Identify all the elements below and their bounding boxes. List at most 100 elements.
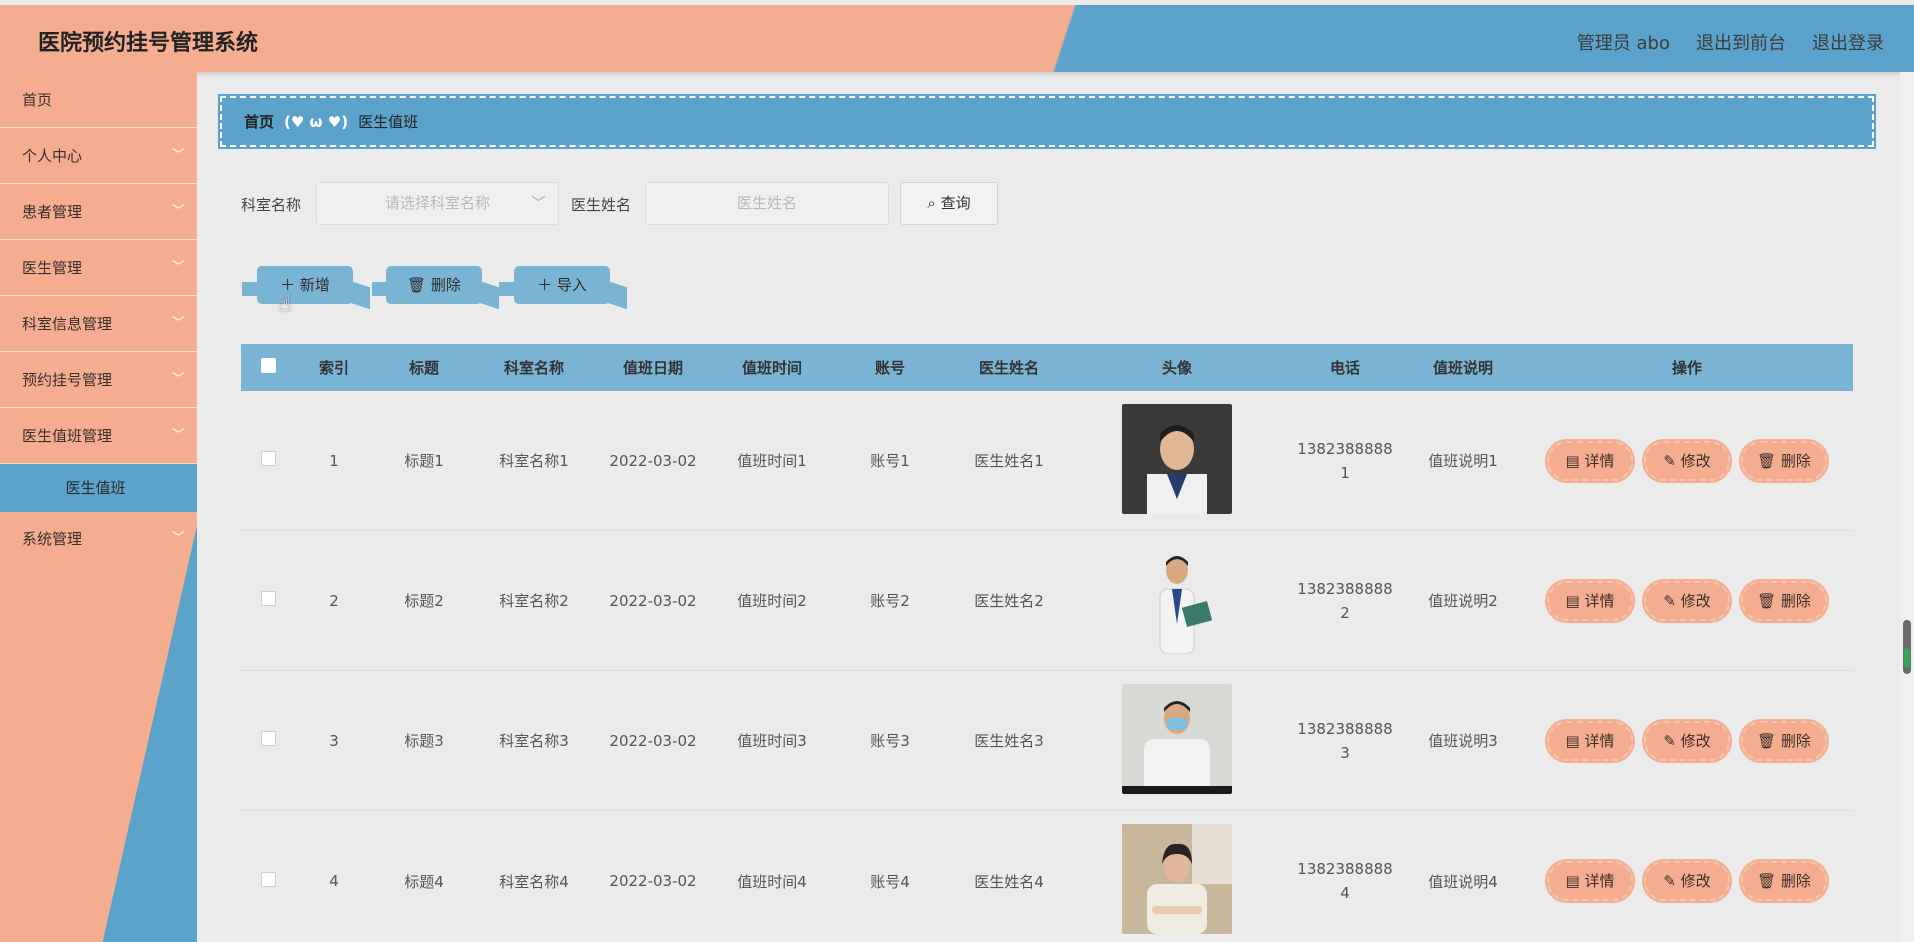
column-header: 头像 [1161, 359, 1192, 377]
cell-doctor: 医生姓名2 [974, 592, 1044, 610]
sidebar-item-duty-management[interactable]: 医生值班管理 ﹀ [0, 408, 197, 464]
app-title: 医院预约挂号管理系统 [38, 31, 259, 56]
chevron-down-icon: ﹀ [530, 194, 546, 212]
cell-account: 账号3 [870, 732, 910, 750]
select-all-checkbox[interactable] [260, 358, 276, 373]
delete-button[interactable]: 🗑 删除 [1739, 718, 1829, 763]
cell-title: 标题3 [404, 732, 444, 750]
phone-part: 1382388888 [1297, 719, 1393, 738]
detail-label: 详情 [1584, 591, 1615, 610]
cell-index: 1 [329, 451, 339, 470]
edit-button[interactable]: ✎ 修改 [1642, 438, 1732, 483]
cell-account: 账号1 [870, 452, 910, 470]
sidebar-item-departments[interactable]: 科室信息管理 ﹀ [0, 296, 197, 352]
sidebar-item-appointments[interactable]: 预约挂号管理 ﹀ [0, 352, 197, 408]
detail-button[interactable]: ▤ 详情 [1545, 718, 1635, 763]
row-select-cell [241, 451, 295, 470]
import-button[interactable]: ＋ 导入 [514, 266, 610, 304]
sidebar-item-system[interactable]: 系统管理 ﹀ [0, 512, 197, 566]
trash-icon: 🗑 [407, 276, 427, 294]
import-button-label: 导入 [556, 276, 587, 294]
cell-title: 标题2 [404, 592, 444, 610]
edit-button[interactable]: ✎ 修改 [1642, 578, 1732, 623]
column-header: 值班时间 [741, 359, 802, 377]
batch-delete-button[interactable]: 🗑 删除 [386, 266, 482, 304]
document-icon: ▤ [1565, 591, 1580, 610]
cell-dept: 科室名称2 [499, 592, 569, 610]
delete-label: 删除 [1780, 591, 1811, 610]
doctor-name-input[interactable]: 医生姓名 [645, 182, 889, 225]
sidebar-item-label: 预约挂号管理 [22, 371, 113, 389]
table-header: 索引 标题 科室名称 值班日期 值班时间 账号 医生姓名 头像 电话 值班说明 … [241, 344, 1853, 391]
sidebar-item-personal-center[interactable]: 个人中心 ﹀ [0, 128, 197, 184]
avatar [1122, 683, 1232, 794]
detail-button[interactable]: ▤ 详情 [1545, 578, 1635, 623]
detail-button[interactable]: ▤ 详情 [1545, 438, 1635, 483]
query-button[interactable]: ⌕ 查询 [900, 182, 998, 225]
cell-note: 值班说明3 [1428, 732, 1498, 750]
avatar-cell [1069, 543, 1285, 658]
row-checkbox[interactable] [260, 871, 276, 887]
sidebar-item-home[interactable]: 首页 [0, 72, 197, 128]
dept-select[interactable]: 请选择科室名称 ﹀ [316, 182, 559, 225]
chevron-down-icon: ﹀ [171, 531, 185, 546]
cell-index: 4 [329, 872, 339, 890]
detail-label: 详情 [1584, 872, 1615, 890]
chevron-down-icon: ﹀ [171, 148, 185, 163]
delete-label: 删除 [1780, 731, 1811, 750]
cell-date: 2022-03-02 [609, 451, 697, 470]
cell-note: 值班说明4 [1428, 872, 1498, 891]
delete-button[interactable]: 🗑 删除 [1739, 438, 1829, 483]
doctor-name-label: 医生姓名 [571, 196, 632, 214]
edit-label: 修改 [1680, 872, 1711, 890]
admin-user-link[interactable]: 管理员 abo [1577, 29, 1670, 55]
ribbon-decoration [607, 280, 627, 310]
ribbon-decoration [242, 282, 258, 296]
plus-icon: ＋ [537, 276, 553, 294]
row-checkbox[interactable] [260, 451, 276, 466]
row-select-cell [241, 731, 295, 750]
row-actions: ▤ 详情 ✎ 修改 🗑 删除 [1521, 718, 1853, 763]
pencil-icon: ✎ [1663, 451, 1676, 470]
ribbon-decoration [350, 280, 370, 310]
sidebar-item-label: 科室信息管理 [22, 315, 113, 333]
pencil-icon: ✎ [1663, 591, 1676, 610]
mouse-pointer-icon: ☝ [278, 292, 292, 317]
sidebar-subitem-doctor-duty[interactable]: 医生值班 [0, 464, 197, 512]
breadcrumb-current: 医生值班 [358, 113, 419, 131]
search-icon: ⌕ [927, 194, 936, 212]
phone-part: 1382388888 [1297, 579, 1393, 598]
document-icon: ▤ [1565, 872, 1580, 890]
edit-button[interactable]: ✎ 修改 [1642, 718, 1732, 763]
detail-label: 详情 [1584, 451, 1615, 470]
cell-time: 值班时间4 [737, 872, 807, 891]
delete-button[interactable]: 🗑 删除 [1739, 859, 1829, 903]
detail-button[interactable]: ▤ 详情 [1545, 859, 1635, 903]
sidebar-item-label: 系统管理 [22, 530, 83, 548]
sidebar: 首页 个人中心 ﹀ 患者管理 ﹀ 医生管理 ﹀ 科室信息管理 ﹀ 预约挂号管理 ﹀ 医生值… [0, 72, 197, 942]
delete-button[interactable]: 🗑 删除 [1739, 578, 1829, 623]
edit-button[interactable]: ✎ 修改 [1642, 859, 1732, 903]
row-checkbox[interactable] [260, 591, 276, 606]
ribbon-decoration [499, 282, 515, 296]
page-scrollbar[interactable] [1900, 72, 1914, 942]
phone-part: 1 [1340, 463, 1350, 482]
add-button[interactable]: ＋ 新增 [257, 266, 353, 304]
exit-to-front-link[interactable]: 退出到前台 [1696, 29, 1786, 55]
sidebar-item-label: 个人中心 [22, 147, 83, 165]
sidebar-item-patients[interactable]: 患者管理 ﹀ [0, 184, 197, 240]
row-checkbox[interactable] [260, 731, 276, 746]
row-actions: ▤ 详情 ✎ 修改 🗑 删除 [1521, 859, 1853, 903]
table-row: 3 标题3 科室名称3 2022-03-02 值班时间3 账号3 医生姓名3 1… [241, 671, 1853, 811]
breadcrumb-home[interactable]: 首页 [244, 111, 274, 132]
sidebar-item-doctors[interactable]: 医生管理 ﹀ [0, 240, 197, 296]
edit-label: 修改 [1680, 731, 1711, 750]
avatar [1122, 824, 1232, 934]
column-header: 值班说明 [1432, 359, 1493, 377]
cell-doctor: 医生姓名4 [974, 872, 1044, 891]
logout-link[interactable]: 退出登录 [1812, 29, 1884, 55]
row-select-cell [241, 871, 295, 891]
chevron-down-icon: ﹀ [171, 260, 185, 275]
cell-date: 2022-03-02 [609, 591, 697, 610]
column-header: 账号 [874, 359, 905, 377]
